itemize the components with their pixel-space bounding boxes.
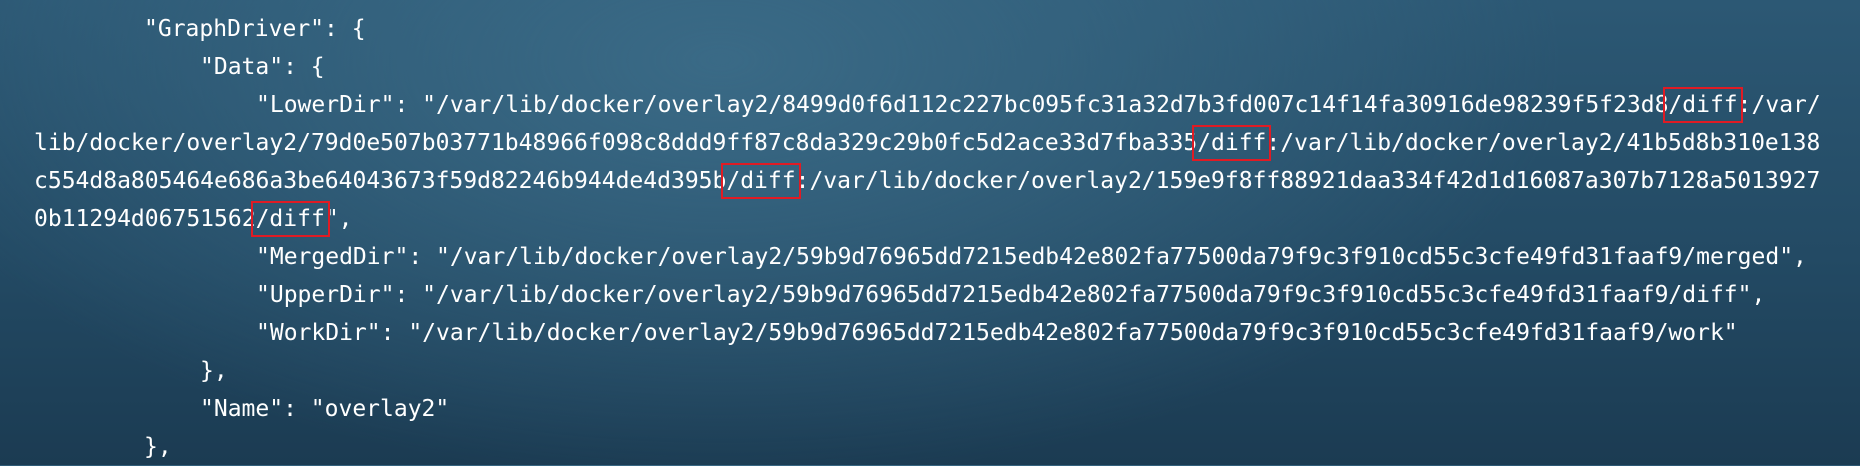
terminal-output: "GraphDriver": { "Data": { "LowerDir": "… xyxy=(0,0,1860,465)
data-close-text: }, xyxy=(200,358,228,384)
diff-highlight-1: /diff xyxy=(1663,87,1743,123)
lowerdir-text-1b: :/var/ xyxy=(1737,92,1821,118)
workdir-text: "WorkDir": "/var/lib/docker/overlay2/59b… xyxy=(256,320,1738,346)
upperdir-line: "UpperDir": "/var/lib/docker/overlay2/59… xyxy=(34,276,1860,314)
diff-highlight-4: /diff xyxy=(250,201,330,237)
lowerdir-text-3b: :/var/lib/docker/overlay2/159e9f8ff88921… xyxy=(795,168,1821,194)
lowerdir-line-2: lib/docker/overlay2/79d0e507b03771b48966… xyxy=(34,124,1860,162)
mergeddir-text: "MergedDir": "/var/lib/docker/overlay2/5… xyxy=(256,244,1807,270)
lowerdir-line-3: c554d8a805464e686a3be64043673f59d82246b9… xyxy=(34,162,1860,200)
lowerdir-text-4a: 0b11294d06751562 xyxy=(34,206,256,232)
lowerdir-text-1a: "LowerDir": "/var/lib/docker/overlay2/84… xyxy=(256,92,1669,118)
data-close-line: }, xyxy=(34,352,1860,390)
lowerdir-text-2a: lib/docker/overlay2/79d0e507b03771b48966… xyxy=(34,130,1198,156)
lowerdir-text-4b: ", xyxy=(324,206,353,232)
graphdriver-open-text: "GraphDriver": { xyxy=(144,16,366,42)
graphdriver-open-line: "GraphDriver": { xyxy=(34,10,1860,48)
data-open-text: "Data": { xyxy=(200,54,325,80)
lowerdir-text-3a: c554d8a805464e686a3be64043673f59d82246b9… xyxy=(34,168,727,194)
lowerdir-line-1: "LowerDir": "/var/lib/docker/overlay2/84… xyxy=(34,86,1860,124)
name-line: "Name": "overlay2" xyxy=(34,390,1860,428)
graphdriver-close-line: }, xyxy=(34,428,1860,466)
upperdir-text: "UpperDir": "/var/lib/docker/overlay2/59… xyxy=(256,282,1766,308)
mergeddir-line: "MergedDir": "/var/lib/docker/overlay2/5… xyxy=(34,238,1860,276)
lowerdir-line-4: 0b11294d06751562/diff", xyxy=(34,200,1860,238)
graphdriver-close-text: }, xyxy=(144,434,172,460)
diff-highlight-3: /diff xyxy=(721,163,801,199)
lowerdir-text-2b: :/var/lib/docker/overlay2/41b5d8b310e138 xyxy=(1266,130,1821,156)
diff-highlight-2: /diff xyxy=(1192,125,1272,161)
workdir-line: "WorkDir": "/var/lib/docker/overlay2/59b… xyxy=(34,314,1860,352)
data-open-line: "Data": { xyxy=(34,48,1860,86)
name-text: "Name": "overlay2" xyxy=(200,396,450,422)
